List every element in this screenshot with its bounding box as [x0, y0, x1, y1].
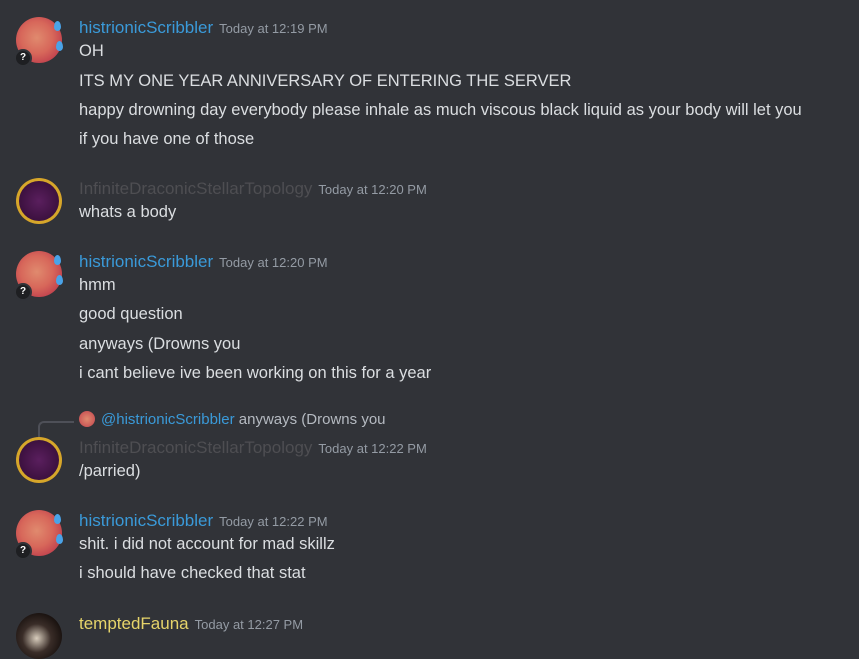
avatar-image [16, 178, 62, 224]
reply-preview[interactable]: @histrionicScribbler anyways (Drowns you [79, 411, 386, 428]
avatar-histrionicScribbler[interactable]: ? [14, 251, 63, 301]
username[interactable]: histrionicScribbler [79, 252, 213, 271]
timestamp[interactable]: Today at 12:22 PM [219, 514, 327, 529]
reply-text: anyways (Drowns you [238, 411, 386, 428]
avatar-temptedFauna[interactable] [16, 613, 62, 659]
status-badge: ? [14, 49, 32, 67]
sweat-drop-icon [54, 255, 61, 265]
reply-spine [38, 421, 74, 437]
username[interactable]: temptedFauna [79, 614, 189, 633]
avatar-InfiniteDraconicStellarTopology[interactable] [16, 437, 62, 483]
timestamp[interactable]: Today at 12:20 PM [219, 255, 327, 270]
message-header: histrionicScribbler Today at 12:22 PM [79, 511, 328, 531]
avatar-image [16, 613, 62, 659]
timestamp[interactable]: Today at 12:19 PM [219, 21, 327, 36]
reply-mention[interactable]: @histrionicScribbler [101, 411, 235, 428]
reply-avatar [79, 411, 95, 427]
status-badge: ? [14, 542, 32, 560]
message-text: anyways (Drowns you [79, 335, 241, 353]
message-text: hmm [79, 276, 116, 294]
message-header: histrionicScribbler Today at 12:20 PM [79, 252, 328, 272]
message-text: shit. i did not account for mad skillz [79, 535, 335, 553]
message-text: good question [79, 305, 183, 323]
avatar-histrionicScribbler[interactable]: ? [14, 17, 63, 67]
sweat-drop-icon [56, 275, 63, 285]
timestamp[interactable]: Today at 12:27 PM [195, 617, 303, 632]
sweat-drop-icon [56, 41, 63, 51]
timestamp[interactable]: Today at 12:20 PM [318, 182, 426, 197]
sweat-drop-icon [54, 514, 61, 524]
username[interactable]: InfiniteDraconicStellarTopology [79, 438, 312, 457]
message-header: histrionicScribbler Today at 12:19 PM [79, 18, 328, 38]
message-text: /parried) [79, 462, 141, 480]
avatar-InfiniteDraconicStellarTopology[interactable] [16, 178, 62, 224]
status-badge: ? [14, 283, 32, 301]
message-text: OH [79, 42, 104, 60]
sweat-drop-icon [56, 534, 63, 544]
username[interactable]: histrionicScribbler [79, 18, 213, 37]
message-header: temptedFauna Today at 12:27 PM [79, 614, 303, 634]
avatar-histrionicScribbler[interactable]: ? [14, 510, 63, 560]
username[interactable]: histrionicScribbler [79, 511, 213, 530]
message-text: ITS MY ONE YEAR ANNIVERSARY OF ENTERING … [79, 72, 572, 90]
timestamp[interactable]: Today at 12:22 PM [318, 441, 426, 456]
sweat-drop-icon [54, 21, 61, 31]
username[interactable]: InfiniteDraconicStellarTopology [79, 179, 312, 198]
message-text: if you have one of those [79, 130, 255, 148]
message-text: whats a body [79, 203, 177, 221]
avatar-image [16, 437, 62, 483]
message-text: happy drowning day everybody please inha… [79, 101, 802, 119]
message-header: InfiniteDraconicStellarTopology Today at … [79, 438, 427, 458]
message-text: i should have checked that stat [79, 564, 306, 582]
chat-message-list: ? histrionicScribbler Today at 12:19 PM O… [0, 0, 859, 659]
message-header: InfiniteDraconicStellarTopology Today at … [79, 179, 427, 199]
message-text: i cant believe ive been working on this … [79, 364, 432, 382]
